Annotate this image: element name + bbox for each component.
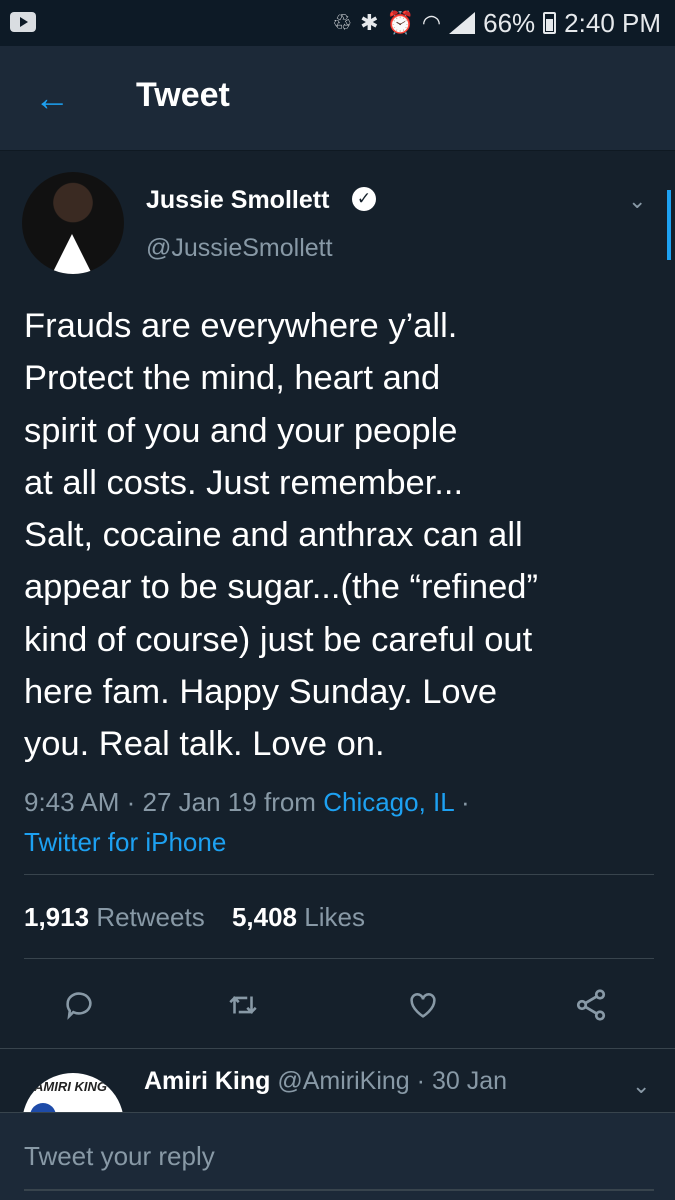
reply-composer: Tweet your reply [0, 1112, 675, 1200]
tweet-actions [0, 980, 675, 1030]
retweet-icon[interactable] [218, 980, 268, 1030]
share-icon[interactable] [566, 980, 616, 1030]
signal-icon [449, 12, 476, 34]
wifi-icon: ◠ [421, 10, 442, 35]
likes-count[interactable]: 5,408 [232, 902, 297, 932]
tweet-time: 9:43 AM [24, 787, 120, 817]
reply-author-handle[interactable]: @AmiriKing [277, 1067, 409, 1095]
reply-icon[interactable] [54, 980, 104, 1030]
verified-badge-icon: ✓ [352, 187, 376, 211]
battery-icon [543, 12, 557, 34]
retweets-count[interactable]: 1,913 [24, 902, 89, 932]
location-link[interactable]: Chicago, IL [323, 787, 454, 817]
chevron-down-icon[interactable]: ⌄ [632, 1073, 650, 1099]
author-name[interactable]: Jussie Smollett [146, 186, 329, 215]
divider [24, 958, 654, 959]
tweet-stats: 1,913 Retweets 5,408 Likes [24, 902, 365, 933]
reply-avatar-label: AMIRI KING [34, 1079, 107, 1094]
author-handle[interactable]: @JussieSmollett [146, 234, 333, 263]
app-bar: ← Tweet [0, 46, 675, 150]
recycle-icon: ♲ [332, 10, 353, 35]
input-underline [24, 1189, 654, 1191]
alarm-icon: ⏰ [386, 10, 414, 35]
back-arrow-icon: ← [34, 77, 70, 118]
app-notification-icon [10, 12, 36, 32]
reply-date: 30 Jan [431, 1067, 507, 1095]
divider [24, 874, 654, 875]
chevron-down-icon[interactable]: ⌄ [628, 190, 650, 212]
tweet-meta: 9:43 AM · 27 Jan 19 from Chicago, IL · T… [24, 787, 470, 857]
reply-input[interactable]: Tweet your reply [24, 1141, 654, 1172]
battery-percent: 66% [483, 7, 536, 38]
client-link[interactable]: Twitter for iPhone [24, 827, 226, 857]
reply-author-name[interactable]: Amiri King [144, 1067, 270, 1095]
author-avatar[interactable] [22, 172, 124, 274]
bluetooth-icon: ✱ [360, 10, 379, 35]
from-label: from [263, 787, 316, 817]
likes-label[interactable]: Likes [304, 902, 365, 932]
tweet-text: Frauds are everywhere y’all. Protect the… [24, 307, 538, 764]
clock: 2:40 PM [564, 7, 661, 38]
status-bar: ♲ ✱ ⏰ ◠ 66% 2:40 PM [0, 0, 675, 46]
reply-preview[interactable]: AMIRI KING Amiri King @AmiriKing · 30 Ja… [0, 1048, 675, 1175]
scrollbar[interactable] [667, 190, 671, 260]
page-title: Tweet [136, 76, 230, 114]
retweets-label[interactable]: Retweets [96, 902, 204, 932]
tweet-date: 27 Jan 19 [142, 787, 257, 817]
status-icons: ♲ ✱ ⏰ ◠ 66% 2:40 PM [332, 6, 661, 40]
like-icon[interactable] [398, 980, 448, 1030]
reply-header: Amiri King @AmiriKing · 30 Jan [144, 1067, 507, 1095]
back-button[interactable]: ← [30, 78, 74, 118]
